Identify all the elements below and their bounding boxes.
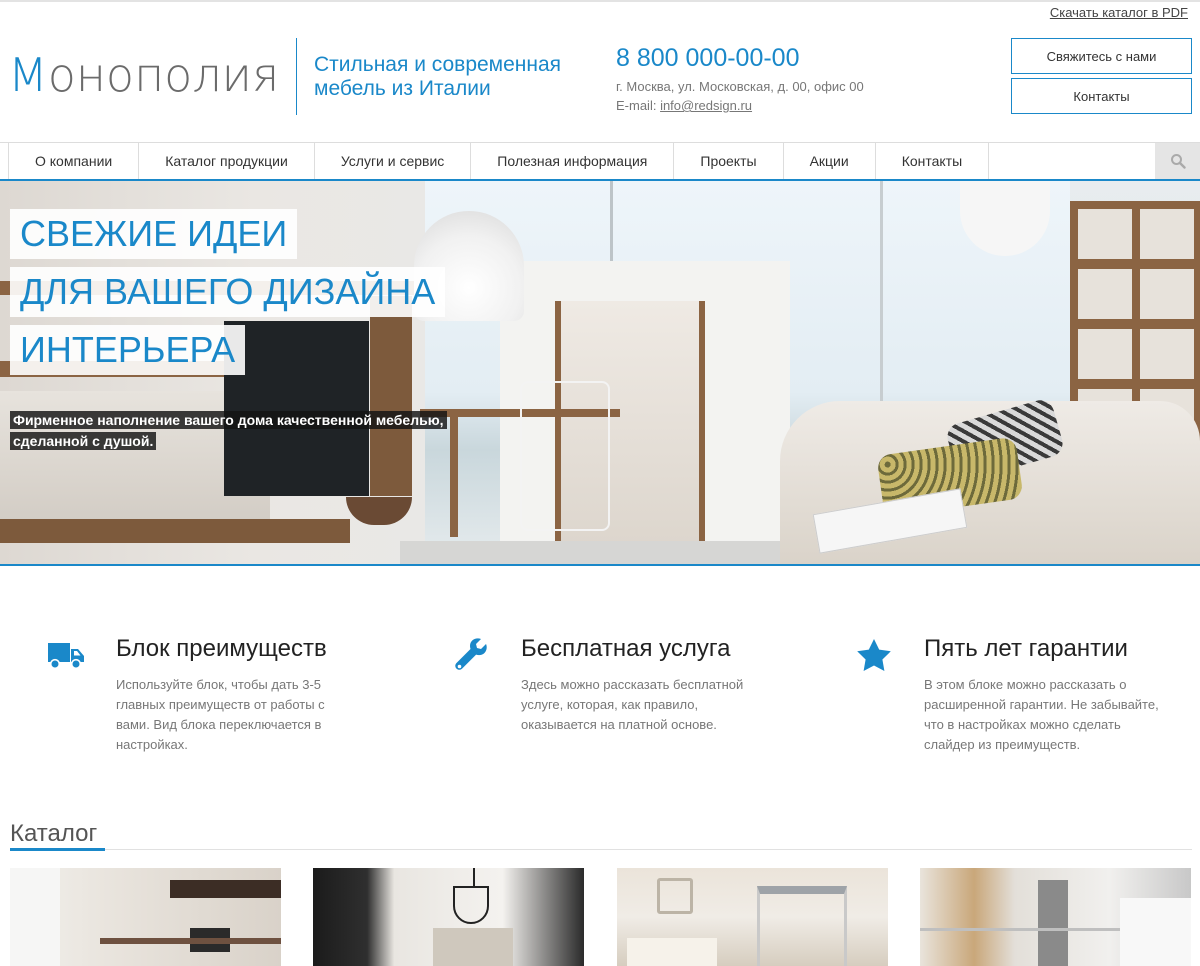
- catalog-heading: Каталог: [10, 820, 98, 847]
- hero-subtitle-text: Фирменное наполнение вашего дома качеств…: [10, 411, 447, 450]
- wrench-icon: [451, 637, 491, 673]
- address: г. Москва, ул. Московская, д. 00, офис 0…: [616, 79, 864, 94]
- nav-item-promotions[interactable]: Акции: [782, 143, 875, 179]
- catalog-item-image[interactable]: [920, 868, 1191, 966]
- benefit-title: Бесплатная услуга: [521, 635, 731, 662]
- catalog-item-image[interactable]: [10, 868, 281, 966]
- star-icon: [854, 637, 894, 673]
- nav-item-contacts[interactable]: Контакты: [874, 143, 990, 179]
- header-divider: [296, 38, 297, 115]
- benefit-text: В этом блоке можно рассказать о расширен…: [924, 677, 1159, 752]
- contacts-button[interactable]: Контакты: [1011, 78, 1192, 114]
- email-link[interactable]: info@redsign.ru: [660, 98, 752, 113]
- hero-chair: [520, 381, 610, 531]
- email-line: E-mail: info@redsign.ru: [616, 98, 752, 113]
- catalog-divider: [10, 849, 1192, 850]
- hero-subtitle: Фирменное наполнение вашего дома качеств…: [10, 410, 482, 452]
- nav-search-button[interactable]: [1155, 143, 1200, 179]
- hero-wood-panel: [370, 296, 412, 496]
- hero-title-line-2: ДЛЯ ВАШЕГО ДИЗАЙНА: [10, 267, 446, 317]
- catalog-item-image[interactable]: [617, 868, 888, 966]
- catalog-heading-underline: [10, 848, 105, 851]
- nav-item-about[interactable]: О компании: [8, 143, 138, 179]
- search-icon: [1170, 154, 1186, 169]
- logo-first-letter: М: [8, 48, 48, 102]
- benefit-text: Используйте блок, чтобы дать 3-5 главных…: [116, 677, 325, 752]
- phone-number: 8 800 000-00-00: [616, 44, 800, 72]
- contact-us-button[interactable]: Свяжитесь с нами: [1011, 38, 1192, 74]
- benefit-title: Блок преимуществ: [116, 635, 327, 662]
- hero-cabinet-base: [0, 519, 350, 543]
- truck-icon: [46, 637, 86, 673]
- nav-item-catalog[interactable]: Каталог продукции: [138, 143, 314, 179]
- download-catalog-pdf-link[interactable]: Скачать каталог в PDF: [1050, 5, 1188, 20]
- hero-tv: [224, 321, 369, 496]
- benefit-text: Здесь можно рассказать бесплатной услуге…: [521, 677, 744, 732]
- nav-item-info[interactable]: Полезная информация: [470, 143, 673, 179]
- hero-title-line-1: СВЕЖИЕ ИДЕИ: [10, 209, 298, 259]
- catalog-item-image[interactable]: [313, 868, 584, 966]
- email-label: E-mail:: [616, 98, 661, 113]
- hero-bottom-border: [0, 564, 1200, 566]
- nav-item-services[interactable]: Услуги и сервис: [313, 143, 470, 179]
- nav-item-projects[interactable]: Проекты: [673, 143, 782, 179]
- slogan: Стильная и современная мебель из Италии: [314, 53, 562, 100]
- logo-rest: онополия: [47, 48, 280, 102]
- logo[interactable]: Монополия: [8, 52, 279, 98]
- hero-title-line-3: ИНТЕРЬЕРА: [10, 325, 246, 375]
- main-nav: О компании Каталог продукции Услуги и се…: [8, 143, 990, 179]
- benefit-title: Пять лет гарантии: [924, 635, 1128, 662]
- top-rule: [0, 0, 1200, 2]
